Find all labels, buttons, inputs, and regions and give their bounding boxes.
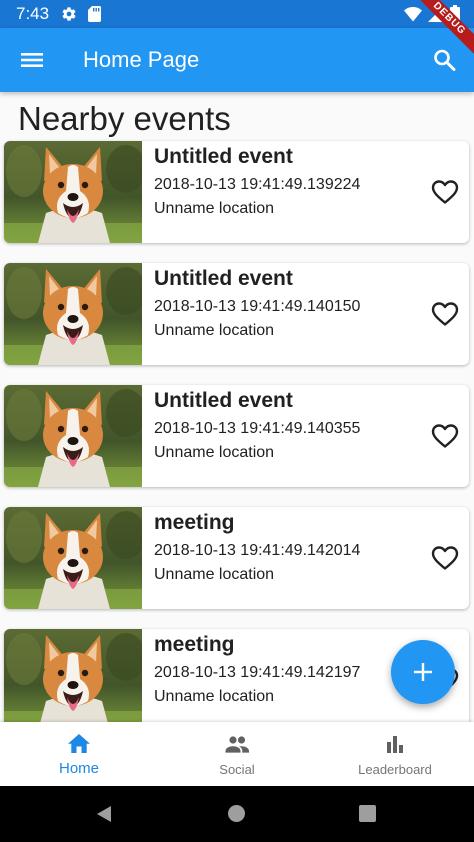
heart-outline-icon[interactable]	[431, 423, 459, 449]
heart-outline-icon[interactable]	[431, 179, 459, 205]
event-datetime: 2018-10-13 19:41:49.142197	[154, 664, 361, 681]
event-name: Untitled event	[154, 267, 293, 290]
heart-outline-icon[interactable]	[431, 301, 459, 327]
event-datetime: 2018-10-13 19:41:49.140355	[154, 420, 361, 437]
event-location: Unname location	[154, 200, 275, 217]
plus-icon	[414, 663, 432, 681]
status-time: 7:43	[16, 4, 50, 23]
sd-card-icon	[88, 6, 101, 22]
event-name: meeting	[154, 511, 235, 534]
event-image	[4, 141, 142, 243]
event-datetime: 2018-10-13 19:41:49.142014	[154, 542, 361, 559]
event-name: Untitled event	[154, 145, 293, 168]
status-bar: 7:43 DEBUG	[0, 0, 474, 63]
event-location: Unname location	[154, 566, 275, 583]
event-datetime: 2018-10-13 19:41:49.139224	[154, 176, 361, 193]
nav-item-home[interactable]: Home	[0, 722, 158, 786]
gear-icon	[62, 7, 76, 21]
section-title: Nearby events	[18, 100, 231, 137]
event-datetime: 2018-10-13 19:41:49.140150	[154, 298, 361, 315]
event-image	[4, 629, 142, 731]
event-card[interactable]: Untitled event 2018-10-13 19:41:49.13922…	[4, 141, 469, 243]
event-card[interactable]: meeting 2018-10-13 19:41:49.142014 Unnam…	[4, 507, 469, 609]
event-image	[4, 385, 142, 487]
nav-item-leaderboard[interactable]: Leaderboard	[316, 722, 474, 786]
event-name: Untitled event	[154, 389, 293, 412]
home-icon	[68, 734, 90, 753]
event-card[interactable]: Untitled event 2018-10-13 19:41:49.14015…	[4, 263, 469, 365]
home-circle-icon[interactable]	[228, 805, 245, 822]
nav-label-social: Social	[219, 762, 255, 777]
event-location: Unname location	[154, 688, 275, 705]
add-event-button[interactable]	[391, 640, 455, 704]
page-title: Home Page	[83, 47, 200, 72]
nav-label-home: Home	[58, 760, 99, 777]
nav-label-leaderboard: Leaderboard	[358, 762, 432, 777]
recent-apps-icon[interactable]	[359, 805, 376, 822]
back-icon[interactable]	[94, 804, 114, 824]
app-bar: Home Page	[0, 28, 474, 92]
event-name: meeting	[154, 633, 235, 656]
search-icon[interactable]	[430, 46, 460, 74]
event-image	[4, 507, 142, 609]
event-location: Unname location	[154, 444, 275, 461]
bar-chart-icon	[387, 736, 403, 753]
system-navigation-bar	[0, 786, 474, 842]
nav-item-social[interactable]: Social	[158, 722, 316, 786]
menu-icon[interactable]	[14, 46, 50, 74]
heart-outline-icon[interactable]	[431, 545, 459, 571]
event-location: Unname location	[154, 322, 275, 339]
event-card[interactable]: Untitled event 2018-10-13 19:41:49.14035…	[4, 385, 469, 487]
wifi-icon	[404, 7, 422, 22]
people-icon	[225, 736, 249, 753]
event-image	[4, 263, 142, 365]
bottom-navigation: Home Social Leaderboard	[0, 722, 474, 786]
